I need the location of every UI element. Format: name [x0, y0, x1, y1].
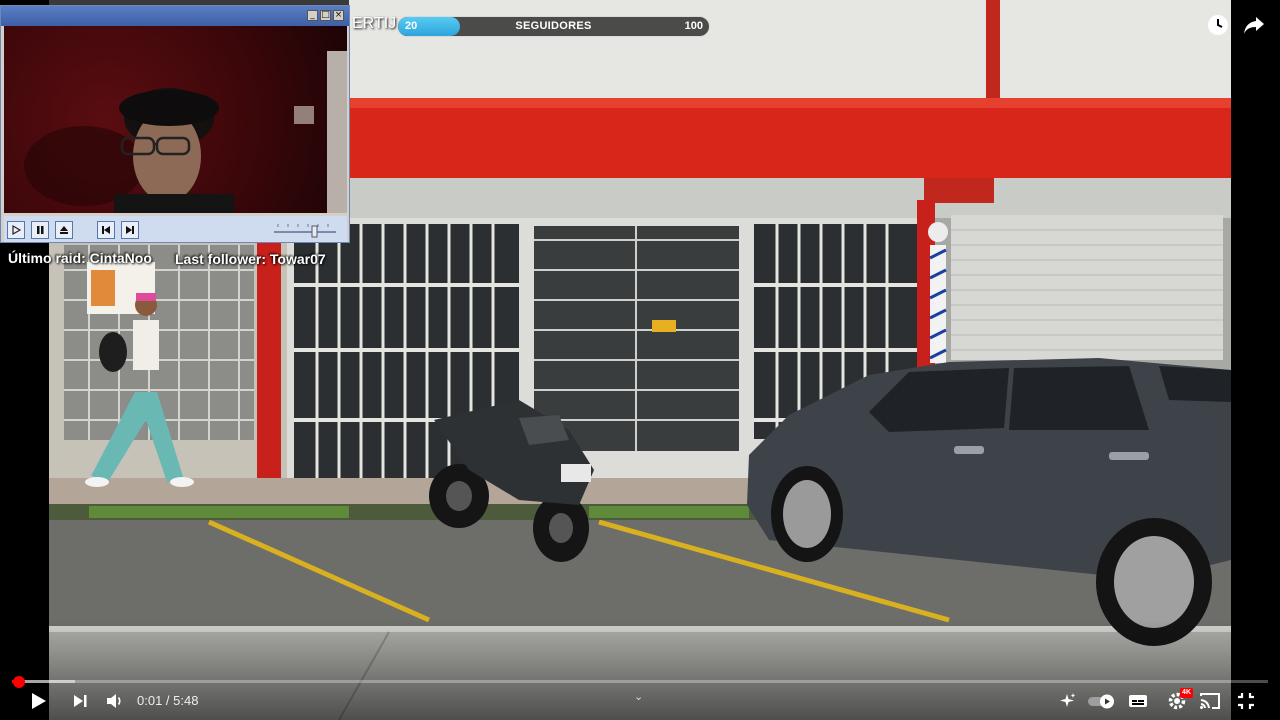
chevron-down-icon[interactable]: ⌄ — [634, 690, 643, 703]
time-display: 0:01 / 5:48 — [137, 693, 198, 708]
autoplay-toggle-icon — [1088, 694, 1114, 709]
exit-fullscreen-button[interactable] — [1233, 688, 1259, 714]
watch-later-icon[interactable] — [1205, 12, 1231, 38]
subtitles-button[interactable] — [1126, 688, 1150, 714]
subtitles-icon — [1129, 695, 1147, 707]
last-raid-text: Último raid: CintaNoo — [8, 250, 152, 266]
play-icon — [32, 693, 46, 709]
overlay-title-fragment: ERTIJ — [352, 15, 397, 32]
last-follower-text: Last follower: Towar07 — [175, 251, 326, 267]
time-total: 5:48 — [173, 693, 199, 708]
cast-button[interactable] — [1198, 688, 1222, 714]
volume-icon — [107, 694, 121, 708]
pause-icon — [31, 221, 49, 239]
next-button[interactable] — [67, 688, 93, 714]
volume-button[interactable] — [102, 688, 128, 714]
webcam-titlebar: _ □ × — [1, 6, 349, 26]
follower-goal-target: 100 — [684, 20, 703, 32]
webcam-feed — [4, 26, 347, 213]
share-icon[interactable] — [1241, 12, 1267, 38]
close-icon: × — [333, 10, 344, 21]
streamer-webcam-image — [24, 51, 347, 213]
exit-fullscreen-icon — [1238, 693, 1254, 709]
skip-next-icon — [74, 695, 87, 707]
cast-icon — [1200, 693, 1220, 709]
play-button[interactable] — [26, 688, 52, 714]
time-separator: / — [162, 693, 174, 708]
quality-badge: 4K — [1180, 688, 1193, 698]
progress-scrubber[interactable] — [13, 676, 25, 688]
progress-bar[interactable] — [12, 680, 1268, 683]
eject-icon — [55, 221, 73, 239]
volume-slider — [272, 222, 338, 238]
previous-icon — [97, 221, 115, 239]
minimize-icon: _ — [307, 10, 318, 21]
webcam-window: _ □ × — [0, 5, 350, 243]
follower-goal-label: SEGUIDORES — [515, 20, 592, 32]
enhance-sparkle-button[interactable] — [1056, 688, 1080, 714]
settings-button[interactable]: 4K — [1164, 688, 1193, 714]
time-current: 0:01 — [137, 693, 163, 708]
maximize-icon: □ — [320, 10, 331, 21]
next-icon — [121, 221, 139, 239]
autoplay-toggle[interactable] — [1086, 688, 1118, 714]
sparkle-icon — [1060, 693, 1076, 707]
play-icon — [7, 221, 25, 239]
follower-goal-bar: 20 SEGUIDORES 100 — [397, 16, 710, 37]
webcam-controls — [4, 216, 347, 242]
